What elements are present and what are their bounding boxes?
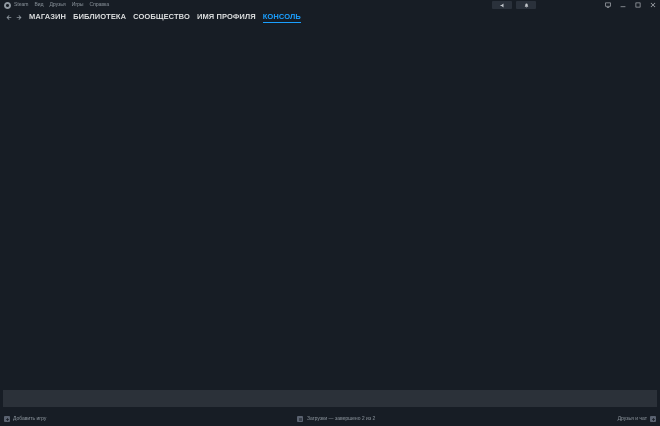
minimize-icon: [620, 6, 625, 8]
menu-item-view[interactable]: Вид: [34, 0, 43, 10]
menu-item-steam[interactable]: Steam: [14, 0, 28, 10]
downloads-icon: [297, 416, 303, 422]
menu-bar: Steam Вид Друзья Игры Справка: [0, 0, 660, 10]
tab-console[interactable]: КОНСОЛЬ: [262, 10, 301, 24]
friends-chat-button[interactable]: Друзья и чат: [618, 416, 656, 422]
downloads-label: Загрузки — завершено 2 из 2: [307, 416, 376, 422]
notifications-button[interactable]: [516, 1, 536, 9]
menu-item-games[interactable]: Игры: [72, 0, 84, 10]
arrow-left-icon: [6, 14, 11, 20]
tab-profile[interactable]: ИМЯ ПРОФИЛЯ: [197, 10, 256, 24]
nav-bar: МАГАЗИН БИБЛИОТЕКА СООБЩЕСТВО ИМЯ ПРОФИЛ…: [0, 10, 660, 24]
tab-community[interactable]: СООБЩЕСТВО: [133, 10, 190, 24]
console-output: [3, 26, 657, 386]
forward-button[interactable]: [14, 12, 24, 22]
downloads-status[interactable]: Загрузки — завершено 2 из 2: [297, 416, 375, 422]
announcements-button[interactable]: [492, 1, 512, 9]
top-action-buttons: [492, 1, 536, 9]
console-input[interactable]: [3, 390, 657, 407]
chat-plus-icon: [650, 416, 656, 422]
maximize-icon: [635, 2, 640, 8]
arrow-right-icon: [16, 14, 21, 20]
bottom-bar: Добавить игру Загрузки — завершено 2 из …: [0, 412, 660, 426]
add-game-button[interactable]: Добавить игру: [4, 416, 46, 422]
big-picture-button[interactable]: [604, 2, 611, 9]
window-controls: [604, 0, 656, 10]
minimize-button[interactable]: [619, 2, 626, 9]
tab-store[interactable]: МАГАЗИН: [29, 10, 66, 24]
menu-item-help[interactable]: Справка: [90, 0, 110, 10]
plus-icon: [4, 416, 10, 422]
monitor-icon: [604, 2, 611, 8]
close-button[interactable]: [649, 2, 656, 9]
back-button[interactable]: [3, 12, 13, 22]
menu-item-friends[interactable]: Друзья: [50, 0, 66, 10]
megaphone-icon: [500, 3, 503, 7]
bell-icon: [524, 3, 528, 8]
close-icon: [650, 2, 655, 8]
steam-logo-icon: [4, 1, 11, 9]
add-game-label: Добавить игру: [13, 416, 47, 422]
steam-window: Steam Вид Друзья Игры Справка МАГАЗИН БИ…: [0, 0, 660, 426]
maximize-button[interactable]: [634, 2, 641, 9]
tab-library[interactable]: БИБЛИОТЕКА: [73, 10, 126, 24]
friends-chat-label: Друзья и чат: [617, 416, 647, 422]
